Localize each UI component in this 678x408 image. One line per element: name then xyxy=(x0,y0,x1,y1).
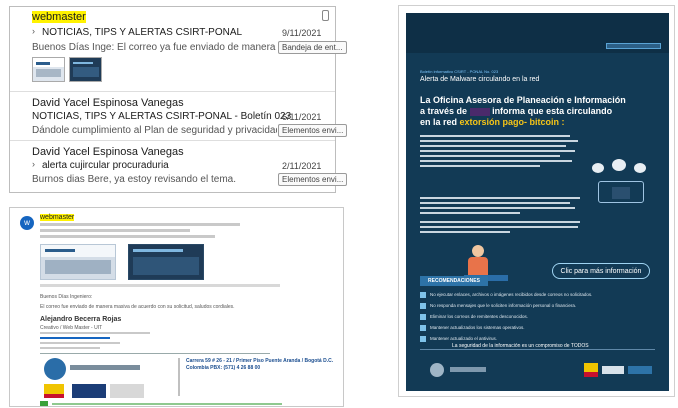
shield-icon xyxy=(420,324,426,331)
sender-name: webmaster xyxy=(32,11,86,23)
footer-slogan: La seguridad de la información es un com… xyxy=(452,343,589,349)
signature-role: Creativo / Web Master - UIT xyxy=(40,325,103,331)
gov-logo-icon xyxy=(602,366,624,374)
recommendation-item: Eliminar los correos de remitentes desco… xyxy=(420,311,660,322)
shield-icon xyxy=(420,302,426,309)
attachment-names xyxy=(40,284,280,287)
mail-preview: Burnos dias Bere, ya estoy revisando el … xyxy=(32,174,236,185)
bulletin-title: Alerta de Malware circulando en la red xyxy=(420,76,540,83)
greeting-text: Buenos Días Ingeniero: xyxy=(40,294,93,300)
body-paragraph xyxy=(420,221,585,236)
attachment-preview[interactable] xyxy=(128,244,204,280)
person-icon xyxy=(472,245,484,257)
bulletin-poster: Boletín informativo CSIRT - PONAL No. 02… xyxy=(398,5,675,397)
headline-line: La Oficina Asesora de Planeación e Infor… xyxy=(420,95,626,105)
recommendation-item: No ejecutar enlaces, archivos o imágenes… xyxy=(420,289,660,300)
mail-subject: NOTICIAS, TIPS Y ALERTAS CSIRT-PONAL xyxy=(42,27,243,38)
sender-name: David Yacel Espinosa Vanegas xyxy=(32,146,184,158)
attachment-thumbnail[interactable] xyxy=(69,57,102,82)
recommendation-item: No responda mensajes que le soliciten in… xyxy=(420,300,660,311)
folder-tag[interactable]: Elementos envi... xyxy=(278,173,348,186)
more-info-button[interactable]: Clic para más información xyxy=(552,263,650,279)
mail-date: 9/11/2021 xyxy=(282,28,322,38)
mail-date: 2/11/2021 xyxy=(282,161,322,171)
header-meta-line xyxy=(40,229,190,232)
gov-logo-icon xyxy=(628,366,652,374)
chevron-right-icon[interactable]: › xyxy=(32,159,35,169)
body-text: El correo fue enviado de manera masiva d… xyxy=(40,304,235,310)
mail-list-item[interactable]: webmaster › NOTICIAS, TIPS Y ALERTAS CSI… xyxy=(10,7,347,89)
recommendations-list: No ejecutar enlaces, archivos o imágenes… xyxy=(420,289,660,344)
attachment-preview[interactable] xyxy=(40,244,116,280)
attachment-icon xyxy=(322,10,329,21)
chat-icon xyxy=(612,159,626,171)
recommendations-title: RECOMENDACIONES xyxy=(420,276,488,286)
shield-icon xyxy=(420,291,426,298)
shield-icon xyxy=(420,313,426,320)
body-paragraph xyxy=(420,197,585,217)
body-paragraph xyxy=(420,135,580,170)
chat-icon xyxy=(592,163,604,173)
recommendation-item: Mantener actualizados los sistemas opera… xyxy=(420,322,660,333)
attachment-thumbnail[interactable] xyxy=(32,57,65,82)
folder-tag[interactable]: Bandeja de ent... xyxy=(278,41,347,54)
flag-icon xyxy=(44,384,64,398)
leaf-icon xyxy=(40,401,48,406)
signature-name: Alejandro Becerra Rojas xyxy=(40,316,122,323)
mail-list-item[interactable]: David Yacel Espinosa Vanegas NOTICIAS, T… xyxy=(10,93,348,139)
mail-date: 6/11/2021 xyxy=(282,112,322,122)
mail-list-item[interactable]: David Yacel Espinosa Vanegas › alerta cu… xyxy=(10,142,348,188)
gov-logo-icon xyxy=(72,384,106,398)
bulletin-tag xyxy=(606,43,661,49)
mail-subject: alerta cujircular procuraduria xyxy=(42,160,169,171)
mail-list-panel: webmaster › NOTICIAS, TIPS Y ALERTAS CSI… xyxy=(9,6,348,193)
mail-reading-pane: w webmaster Buenos Días Ingeniero: El co… xyxy=(9,207,344,407)
headline-line: a través de informa que esta circulando xyxy=(420,106,613,116)
chevron-right-icon[interactable]: › xyxy=(32,26,35,36)
sender-name: David Yacel Espinosa Vanegas xyxy=(32,97,184,109)
address-block: Carrera 59 # 26 - 21 / Primer Piso Puent… xyxy=(186,358,334,371)
police-logo-icon xyxy=(44,358,66,380)
header-meta-line xyxy=(40,223,240,226)
flag-icon xyxy=(584,363,598,377)
shield-icon xyxy=(420,335,426,342)
chat-icon xyxy=(634,163,646,173)
police-logo-icon xyxy=(430,363,444,377)
mail-subject: NOTICIAS, TIPS Y ALERTAS CSIRT-PONAL - B… xyxy=(32,111,292,122)
header-meta-line xyxy=(40,235,215,238)
gov-logo-icon xyxy=(110,384,144,398)
bulletin-header: Boletín informativo CSIRT - PONAL No. 02… xyxy=(420,69,499,74)
mail-preview: Buenos Días Inge: El correo ya fue envia… xyxy=(32,42,277,53)
sender-name: webmaster xyxy=(40,214,75,221)
mail-preview: Dándole cumplimiento al Plan de segurida… xyxy=(32,125,277,136)
avatar: w xyxy=(20,216,34,230)
folder-tag[interactable]: Elementos envi... xyxy=(278,124,348,137)
headline-line: en la red extorsión pago- bitcoin : xyxy=(420,117,565,127)
